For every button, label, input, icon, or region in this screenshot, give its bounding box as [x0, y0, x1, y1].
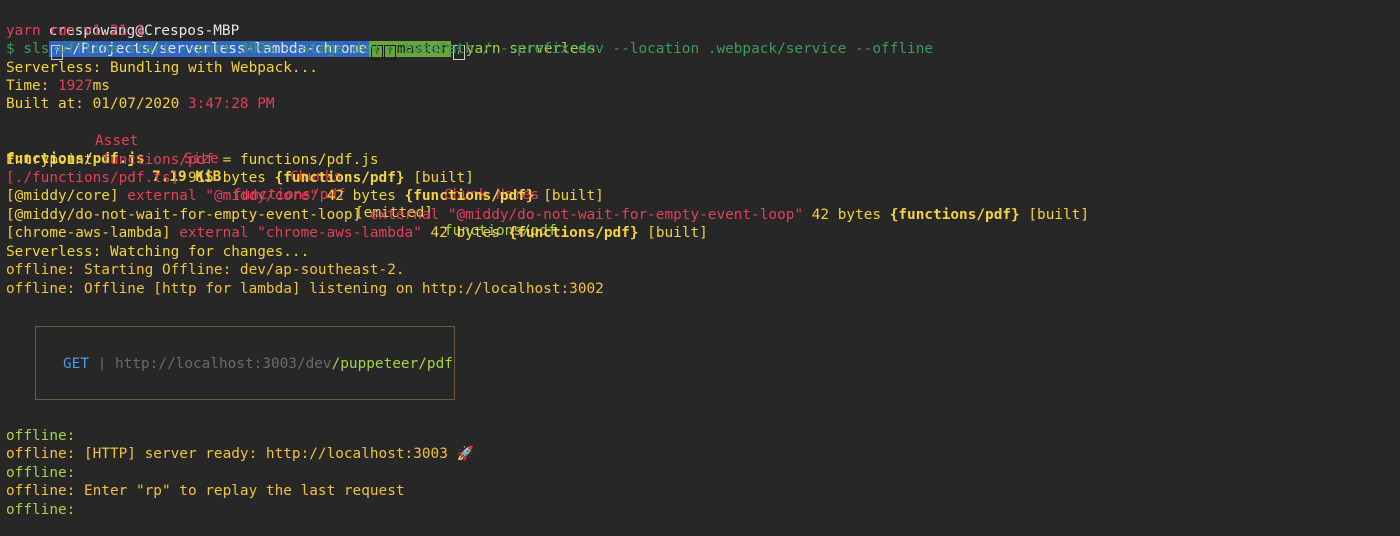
- module-chunk: {functions/pdf}: [404, 188, 535, 204]
- module-path: [@middy/core]: [6, 188, 119, 204]
- route-base-url[interactable]: http://localhost:3003/dev: [115, 356, 332, 372]
- route-entry: GET | http://localhost:3003/dev/puppetee…: [63, 355, 453, 373]
- sls-command-line: $ sls offline start --port 3003 --stage …: [6, 41, 934, 57]
- entrypoint-name: functions/pdf: [101, 152, 214, 168]
- module-size: 42 bytes: [421, 225, 509, 241]
- module-chunk: {functions/pdf}: [889, 207, 1020, 223]
- module-external: external "@middy/do-not-wait-for-empty-e…: [361, 207, 804, 223]
- module-chunk: {functions/pdf}: [274, 170, 405, 186]
- module-line: [@middy/core] external "@middy/core" 42 …: [6, 187, 604, 205]
- time-value: 1927: [57, 78, 93, 94]
- built-label: Built at: 01/07/2020: [6, 96, 188, 112]
- offline-lambda-line: offline: Offline [http for lambda] liste…: [6, 281, 604, 297]
- route-path[interactable]: /puppeteer/pdf: [332, 356, 453, 372]
- module-line: [@middy/do-not-wait-for-empty-event-loop…: [6, 206, 1089, 224]
- module-path: [chrome-aws-lambda]: [6, 225, 171, 241]
- module-path: [./functions/pdf.ts]: [6, 170, 180, 186]
- entrypoint-rest: = functions/pdf.js: [213, 152, 379, 168]
- offline-ready-line: offline: [HTTP] server ready: http://loc…: [6, 445, 474, 463]
- module-external: external "chrome-aws-lambda": [170, 225, 422, 241]
- entrypoint-label: Entrypoint: [6, 152, 102, 168]
- watching-line: Serverless: Watching for changes...: [6, 244, 310, 260]
- time-line: Time: 1927ms: [6, 77, 110, 95]
- module-path: [@middy/do-not-wait-for-empty-event-loop…: [6, 207, 362, 223]
- route-separator: |: [89, 356, 115, 372]
- route-method: GET: [63, 356, 89, 372]
- module-size: 915 bytes: [179, 170, 275, 186]
- module-size: 42 bytes: [803, 207, 890, 223]
- time-unit: ms: [92, 78, 110, 94]
- built-at-line: Built at: 01/07/2020 3:47:28 PM: [6, 95, 275, 113]
- rocket-icon: 🚀: [456, 446, 474, 462]
- module-chunk: {functions/pdf}: [508, 225, 639, 241]
- module-size: 42 bytes: [317, 188, 405, 204]
- module-built: [built]: [1019, 207, 1090, 223]
- module-external: external "@middy/core": [118, 188, 318, 204]
- entrypoint-line: Entrypoint functions/pdf = functions/pdf…: [6, 151, 379, 169]
- offline-blank-line: offline:: [6, 465, 76, 481]
- offline-replay-line: offline: Enter "rp" to replay the last r…: [6, 483, 405, 499]
- module-built: [built]: [404, 170, 474, 186]
- terminal-window[interactable]: crespowang@Crespos-MBP ? ~/Projects/serve…: [0, 0, 1400, 536]
- asset-row: functions/pdf.js 7.19 KiB functions/pdf …: [6, 132, 606, 239]
- offline-ready-text: offline: [HTTP] server ready: http://loc…: [6, 446, 457, 462]
- offline-start-line: offline: Starting Offline: dev/ap-southe…: [6, 262, 405, 278]
- module-built: [built]: [534, 188, 604, 204]
- module-line: [./functions/pdf.ts] 915 bytes {function…: [6, 169, 474, 187]
- offline-blank-line: offline:: [6, 502, 76, 518]
- module-line: [chrome-aws-lambda] external "chrome-aws…: [6, 224, 708, 242]
- offline-blank-line: offline:: [6, 428, 76, 444]
- yarn-version-line: yarn run v1.21.1: [6, 23, 145, 39]
- shell-prompt: crespowang@Crespos-MBP ? ~/Projects/serve…: [14, 4, 596, 60]
- asset-table-header: Asset Size Chunks Chunk Names: [6, 114, 606, 203]
- time-label: Time:: [6, 78, 58, 94]
- built-time: 3:47:28 PM: [187, 96, 275, 112]
- module-built: [built]: [638, 225, 708, 241]
- bundling-line: Serverless: Bundling with Webpack...: [6, 60, 318, 76]
